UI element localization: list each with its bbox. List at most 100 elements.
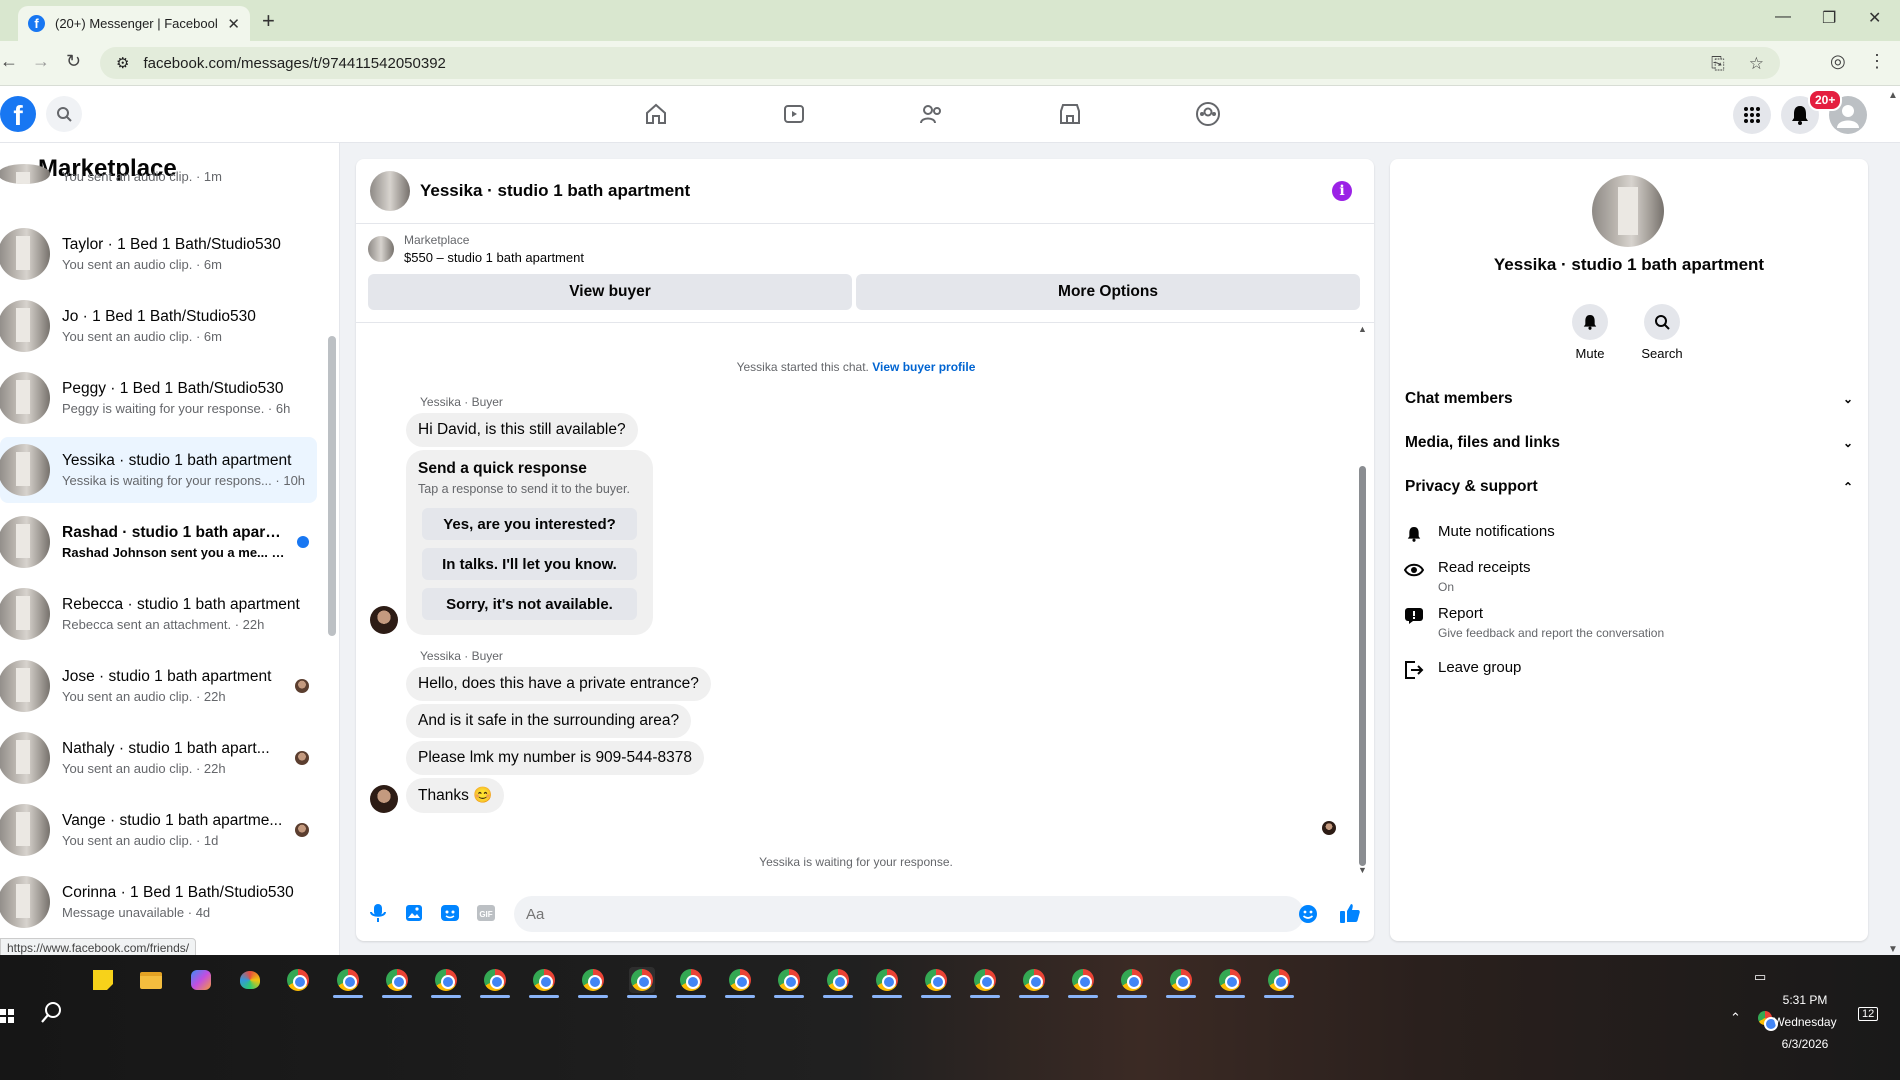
quick-reply-button[interactable]: Sorry, it's not available. <box>422 588 637 620</box>
mute-button[interactable]: Mute <box>1560 304 1620 361</box>
chrome-profile-window-icon[interactable] <box>335 967 361 993</box>
conversation-item[interactable]: Rebecca · studio 1 bath apartment Rebecca… <box>0 581 317 647</box>
chrome-profile-window-icon[interactable] <box>1266 967 1292 993</box>
chat-avatar[interactable] <box>370 171 410 211</box>
groups-icon[interactable] <box>1194 100 1222 128</box>
conversation-item[interactable]: Peggy · 1 Bed 1 Bath/Studio530 Peggy is w… <box>0 365 317 431</box>
copilot-app-icon[interactable] <box>188 967 214 993</box>
buyer-avatar[interactable] <box>370 606 398 634</box>
chat-scrollbar[interactable] <box>1359 466 1366 866</box>
view-buyer-profile-link[interactable]: View buyer profile <box>872 360 975 374</box>
desktop-icon[interactable]: ▭ <box>1754 969 1766 985</box>
search-conversation-button[interactable]: Search <box>1632 304 1692 361</box>
forward-icon[interactable]: → <box>32 51 50 72</box>
chrome-profile-window-icon[interactable] <box>972 967 998 993</box>
restore-icon[interactable]: ❐ <box>1822 8 1836 28</box>
chrome-profile-window-icon[interactable] <box>580 967 606 993</box>
conversation-list-scrollbar[interactable] <box>328 336 336 636</box>
conversation-item-unread[interactable]: Rashad · studio 1 bath apartm... Rashad J… <box>0 509 317 575</box>
taskbar-search-icon[interactable] <box>40 1000 64 1024</box>
back-icon[interactable]: ← <box>0 51 18 72</box>
chrome-profile-window-icon[interactable] <box>433 967 459 993</box>
install-app-icon[interactable]: ⎘ <box>1711 54 1725 74</box>
chrome-profile-window-icon[interactable] <box>678 967 704 993</box>
conversation-item[interactable]: Jo · 1 Bed 1 Bath/Studio530 You sent an a… <box>0 293 317 359</box>
chrome-profile-window-icon[interactable] <box>1070 967 1096 993</box>
close-tab-icon[interactable]: ✕ <box>227 15 240 33</box>
close-window-icon[interactable]: ✕ <box>1868 8 1881 28</box>
minimize-icon[interactable]: — <box>1775 8 1791 26</box>
quick-reply-button[interactable]: In talks. I'll let you know. <box>422 548 637 580</box>
gif-icon[interactable]: GIF <box>474 901 498 925</box>
search-button[interactable] <box>46 96 82 132</box>
like-thumbs-up-icon[interactable] <box>1338 901 1362 925</box>
microphone-icon[interactable] <box>366 901 390 925</box>
marketplace-listing-banner[interactable]: Marketplace $550 – studio 1 bath apartme… <box>368 233 584 265</box>
emoji-icon[interactable] <box>1296 902 1320 926</box>
more-options-button[interactable]: More Options <box>856 274 1360 310</box>
conversation-item[interactable]: Vange · studio 1 bath apartme... You sent… <box>0 797 317 863</box>
notification-center-icon[interactable]: 12 <box>1858 1007 1879 1021</box>
conversation-item[interactable]: Nathaly · studio 1 bath apart... You sent… <box>0 725 317 791</box>
home-icon[interactable] <box>642 100 670 128</box>
chrome-profile-window-icon[interactable] <box>384 967 410 993</box>
friends-icon[interactable] <box>918 100 946 128</box>
chrome-active-window-icon[interactable] <box>629 967 655 993</box>
chrome-profile-window-icon[interactable] <box>482 967 508 993</box>
marketplace-icon[interactable] <box>1056 100 1084 128</box>
view-buyer-button[interactable]: View buyer <box>368 274 852 310</box>
sticky-notes-app-icon[interactable] <box>90 967 116 993</box>
menu-grid-button[interactable] <box>1733 96 1771 134</box>
message-input[interactable] <box>514 896 1304 932</box>
profile-icon[interactable]: ◎ <box>1830 51 1846 72</box>
browser-tab[interactable]: f (20+) Messenger | Facebook ✕ <box>18 6 250 41</box>
conversation-item[interactable]: Jose · studio 1 bath apartment You sent a… <box>0 653 317 719</box>
file-explorer-app-icon[interactable] <box>138 967 164 993</box>
conversation-item[interactable]: Taylor · 1 Bed 1 Bath/Studio530 You sent … <box>0 221 317 287</box>
chrome-profile-window-icon[interactable] <box>874 967 900 993</box>
scroll-down-arrow-icon[interactable]: ▼ <box>1358 865 1367 875</box>
leave-group-item[interactable]: Leave group <box>1404 659 1521 680</box>
chrome-profile-window-icon[interactable] <box>776 967 802 993</box>
windows-start-icon[interactable] <box>0 1009 14 1023</box>
bookmark-star-icon[interactable]: ☆ <box>1749 54 1764 74</box>
conversation-info-icon[interactable]: i <box>1332 181 1352 201</box>
new-tab-icon[interactable]: + <box>262 8 275 34</box>
taskbar-clock[interactable]: 5:31 PM Wednesday 6/3/2026 <box>1760 989 1850 1055</box>
privacy-support-section[interactable]: Privacy & support ⌃ <box>1405 478 1853 496</box>
chat-members-section[interactable]: Chat members ⌄ <box>1405 390 1853 408</box>
page-scroll-up-icon[interactable]: ▲ <box>1888 90 1898 101</box>
tray-chevron-up-icon[interactable]: ⌃ <box>1730 1010 1741 1026</box>
chrome-profile-window-icon[interactable] <box>825 967 851 993</box>
paint-app-icon[interactable] <box>237 967 263 993</box>
conversation-item-active[interactable]: Yessika · studio 1 bath apartment Yessika… <box>0 437 317 503</box>
chrome-profile-window-icon[interactable] <box>1168 967 1194 993</box>
partial-conversation[interactable]: You sent an audio clip. · 1m <box>0 163 222 184</box>
sticker-icon[interactable] <box>438 901 462 925</box>
read-receipts-item[interactable]: Read receipts On <box>1404 559 1531 594</box>
facebook-logo-icon[interactable]: f <box>0 96 36 132</box>
mute-notifications-item[interactable]: Mute notifications <box>1404 523 1555 544</box>
quick-reply-button[interactable]: Yes, are you interested? <box>422 508 637 540</box>
scroll-up-arrow-icon[interactable]: ▲ <box>1358 324 1367 334</box>
conversation-item[interactable]: Corinna · 1 Bed 1 Bath/Studio530 Message … <box>0 869 317 935</box>
address-bar[interactable]: ⚙ facebook.com/messages/t/97441154205039… <box>100 47 1780 79</box>
chrome-profile-window-icon[interactable] <box>727 967 753 993</box>
video-icon[interactable] <box>780 100 808 128</box>
site-settings-icon[interactable]: ⚙ <box>116 54 129 72</box>
photo-icon[interactable] <box>402 901 426 925</box>
media-files-section[interactable]: Media, files and links ⌄ <box>1405 434 1853 452</box>
buyer-avatar[interactable] <box>370 785 398 813</box>
report-item[interactable]: Report Give feedback and report the conv… <box>1404 605 1664 640</box>
chrome-profile-window-icon[interactable] <box>1217 967 1243 993</box>
reload-icon[interactable]: ↻ <box>66 51 81 72</box>
chrome-profile-window-icon[interactable] <box>1021 967 1047 993</box>
chrome-app-icon[interactable] <box>285 967 311 993</box>
menu-icon[interactable]: ⋮ <box>1868 51 1886 72</box>
chrome-profile-window-icon[interactable] <box>923 967 949 993</box>
conversation-avatar[interactable] <box>1592 175 1664 247</box>
page-scroll-down-icon[interactable]: ▼ <box>1888 944 1898 955</box>
chrome-profile-window-icon[interactable] <box>531 967 557 993</box>
chrome-profile-window-icon[interactable] <box>1119 967 1145 993</box>
chat-title[interactable]: Yessika · studio 1 bath apartment <box>420 181 690 201</box>
